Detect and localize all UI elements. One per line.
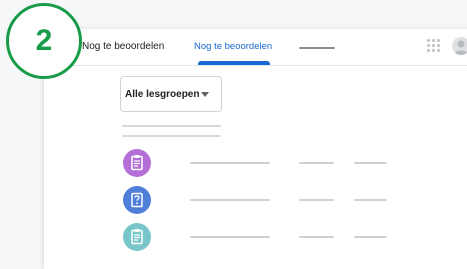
- class-filter-dropdown[interactable]: Alle lesgroepen: [120, 76, 222, 112]
- class-filter-value: Alle lesgroepen: [125, 89, 200, 100]
- account-avatar-icon[interactable]: [452, 37, 467, 55]
- assignment-row[interactable]: [123, 149, 453, 179]
- app-header: Nog te beoordelen Nog te beoordelen: [44, 29, 467, 66]
- placeholder-line: [122, 135, 221, 137]
- row-meta-placeholder: [299, 236, 334, 238]
- assignment-row[interactable]: [123, 223, 453, 253]
- tab-placeholder[interactable]: [299, 47, 335, 49]
- assignment-icon: [123, 149, 151, 177]
- row-meta-placeholder: [354, 162, 387, 164]
- row-meta-placeholder: [299, 162, 334, 164]
- app-title: Nog te beoordelen: [82, 41, 165, 52]
- row-meta-placeholder: [354, 199, 387, 201]
- dropdown-arrow-icon: [201, 92, 209, 97]
- active-tab-indicator: [198, 61, 270, 65]
- row-meta-placeholder: [354, 236, 387, 238]
- row-meta-placeholder: [299, 199, 334, 201]
- question-icon: [123, 186, 151, 214]
- tab-nog-te-beoordelen[interactable]: Nog te beoordelen: [194, 41, 272, 52]
- step-number-badge: 2: [6, 3, 82, 79]
- assignment-row[interactable]: [123, 186, 453, 216]
- row-title-placeholder: [190, 199, 270, 201]
- assignment-review-card: Nog te beoordelen Nog te beoordelen Alle…: [44, 29, 467, 269]
- apps-grid-icon[interactable]: [427, 39, 441, 53]
- step-number: 2: [35, 24, 53, 57]
- placeholder-line: [122, 125, 221, 127]
- row-title-placeholder: [190, 236, 270, 238]
- material-icon: [123, 223, 151, 251]
- row-title-placeholder: [190, 162, 270, 164]
